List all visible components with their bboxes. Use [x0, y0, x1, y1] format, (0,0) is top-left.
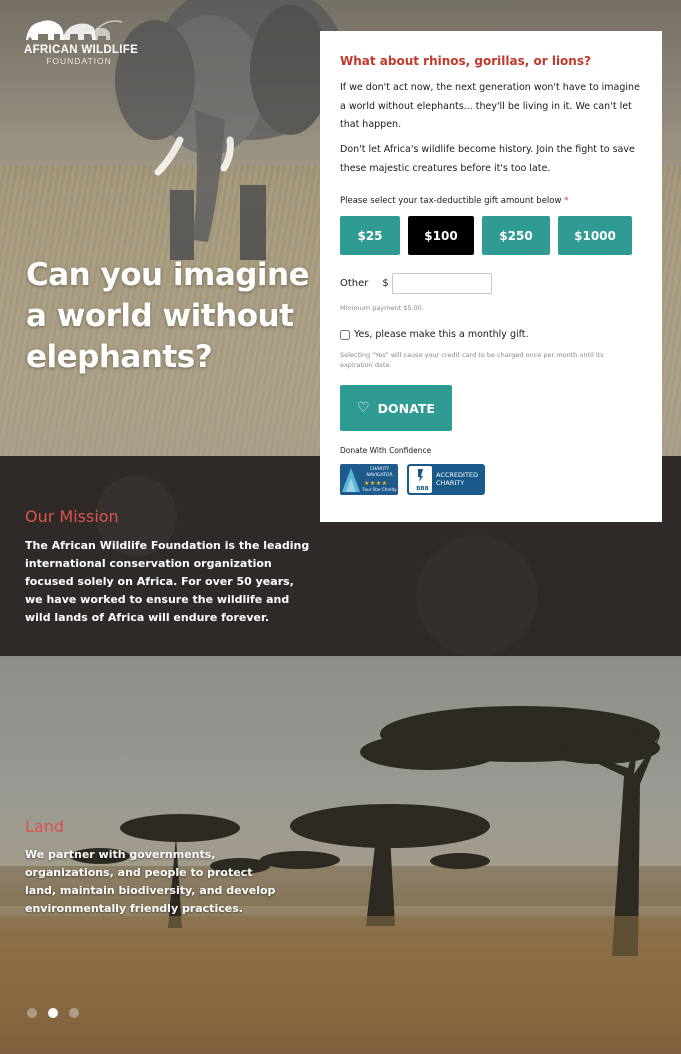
minimum-payment-note: Minimum payment $5.00. — [340, 304, 424, 312]
slide-body: We partner with governments, organizatio… — [25, 848, 276, 915]
slider-dot-2[interactable] — [48, 1008, 58, 1018]
logo[interactable]: AFRICAN WILDLIFE FOUNDATION — [24, 14, 139, 66]
charity-navigator-name: CHARITY NAVIGATOR — [366, 467, 393, 478]
donate-button-label: DONATE — [377, 400, 435, 416]
other-amount-input[interactable] — [391, 273, 492, 294]
logo-name: AFRICAN WILDLIFE — [24, 44, 139, 56]
slide-title: Land — [25, 817, 65, 836]
donation-paragraph-1: If we don't act now, the next generation… — [340, 82, 640, 130]
donation-paragraph-2: Don't let Africa's wildlife become histo… — [340, 144, 635, 174]
bbb-badge-text: ACCREDITED CHARITY — [436, 471, 479, 487]
land-slide: Land We partner with governments, organi… — [0, 656, 681, 1054]
charity-navigator-icon — [342, 468, 360, 492]
slider-dot-3[interactable] — [69, 1008, 79, 1018]
mission-title: Our Mission — [25, 507, 119, 526]
donation-form: What about rhinos, gorillas, or lions? I… — [320, 31, 662, 522]
monthly-gift-checkbox[interactable] — [340, 329, 350, 340]
hero-headline: Can you imagine a world without elephant… — [26, 257, 310, 375]
slider-dot-1[interactable] — [27, 1008, 37, 1018]
required-marker: * — [564, 196, 569, 206]
currency-symbol: $ — [382, 278, 389, 289]
amount-100-button[interactable]: $100 — [408, 216, 474, 255]
other-amount-row: Other $ — [340, 273, 492, 294]
logo-subtitle: FOUNDATION — [46, 56, 112, 66]
bbb-accredited-badge[interactable]: BBB ACCREDITED CHARITY — [407, 464, 485, 495]
amount-25-button[interactable]: $25 — [340, 216, 400, 255]
bbb-logo: BBB — [409, 466, 432, 493]
trust-badges: CHARITY NAVIGATOR ★★★★ Four Star Charity… — [340, 464, 485, 495]
amount-1000-button[interactable]: $1000 — [558, 216, 632, 255]
donation-heading: What about rhinos, gorillas, or lions? — [340, 54, 591, 68]
mission-body: The African Wildlife Foundation is the l… — [25, 539, 310, 624]
gift-amount-label-text: Please select your tax-deductible gift a… — [340, 196, 562, 206]
charity-navigator-tag: Four Star Charity — [362, 487, 397, 492]
monthly-gift-option[interactable]: Yes, please make this a monthly gift. — [340, 329, 529, 340]
donate-button[interactable]: ♡ DONATE — [340, 385, 452, 431]
slider-dots — [27, 1008, 79, 1018]
elephant-herd-icon — [26, 20, 123, 40]
amount-options: $25 $100 $250 $1000 — [340, 216, 632, 255]
amount-250-button[interactable]: $250 — [482, 216, 550, 255]
charity-navigator-badge[interactable]: CHARITY NAVIGATOR ★★★★ Four Star Charity — [340, 464, 398, 495]
heart-icon: ♡ — [357, 400, 370, 416]
confidence-label: Donate With Confidence — [340, 446, 432, 455]
monthly-gift-note: Selecting "Yes" will cause your credit c… — [340, 351, 604, 369]
charity-navigator-stars: ★★★★ — [364, 481, 388, 487]
bbb-logo-text: BBB — [416, 486, 429, 492]
bbb-torch-icon — [418, 469, 423, 482]
monthly-gift-label: Yes, please make this a monthly gift. — [354, 329, 529, 340]
other-amount-label: Other — [340, 278, 369, 289]
gift-amount-label: Please select your tax-deductible gift a… — [340, 196, 568, 206]
